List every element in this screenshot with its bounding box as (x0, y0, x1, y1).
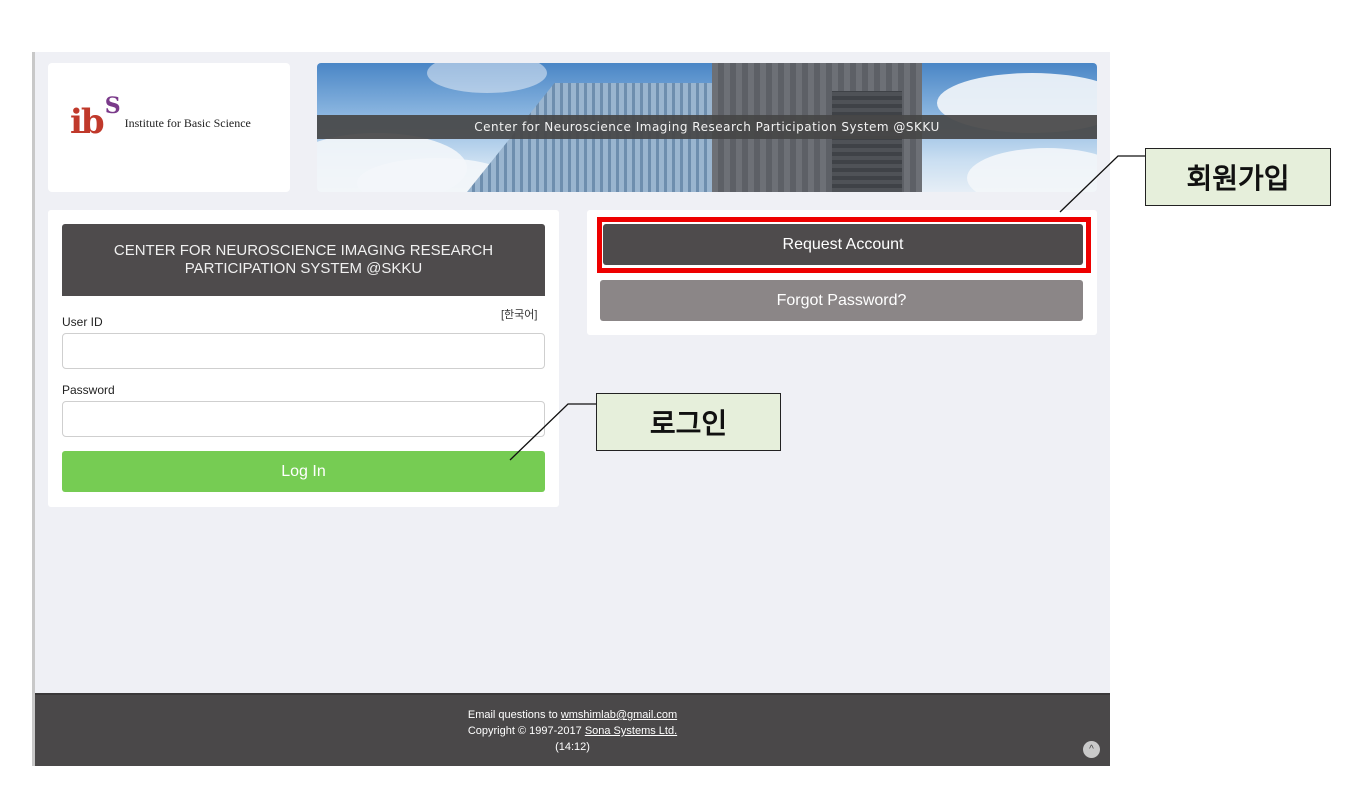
logo-box: ibS Institute for Basic Science (48, 63, 290, 192)
footer-copyright-line: Copyright © 1997-2017 Sona Systems Ltd. (467, 725, 678, 737)
scroll-to-top-icon[interactable]: ^ (1083, 741, 1100, 758)
logo-text: Institute for Basic Science (124, 116, 251, 130)
ibs-logo[interactable]: ibS Institute for Basic Science (70, 93, 251, 142)
building-side-image (832, 91, 902, 192)
login-header: CENTER FOR NEUROSCIENCE IMAGING RESEARCH… (62, 224, 545, 296)
email-link[interactable]: wmshimlab@gmail.com (561, 709, 677, 721)
banner-title: Center for Neuroscience Imaging Research… (317, 115, 1097, 139)
signup-callout: 회원가입 (1145, 148, 1331, 206)
user-id-input[interactable] (62, 333, 545, 369)
forgot-password-button[interactable]: Forgot Password? (600, 280, 1083, 321)
login-panel: CENTER FOR NEUROSCIENCE IMAGING RESEARCH… (48, 210, 559, 507)
footer: Email questions to wmshimlab@gmail.com C… (35, 693, 1110, 766)
log-in-button[interactable]: Log In (62, 451, 545, 492)
korean-language-link[interactable]: [한국어] (501, 306, 537, 322)
password-input[interactable] (62, 401, 545, 437)
sona-systems-link[interactable]: Sona Systems Ltd. (585, 725, 677, 737)
logo-mark: ibS (70, 93, 121, 142)
user-id-label: User ID (62, 315, 103, 329)
request-account-button[interactable]: Request Account (603, 224, 1083, 265)
footer-time: (14:12) (555, 741, 590, 753)
footer-email-line: Email questions to wmshimlab@gmail.com (467, 709, 678, 721)
login-callout: 로그인 (596, 393, 781, 451)
header-banner: Center for Neuroscience Imaging Research… (317, 63, 1097, 192)
password-label: Password (62, 383, 115, 397)
